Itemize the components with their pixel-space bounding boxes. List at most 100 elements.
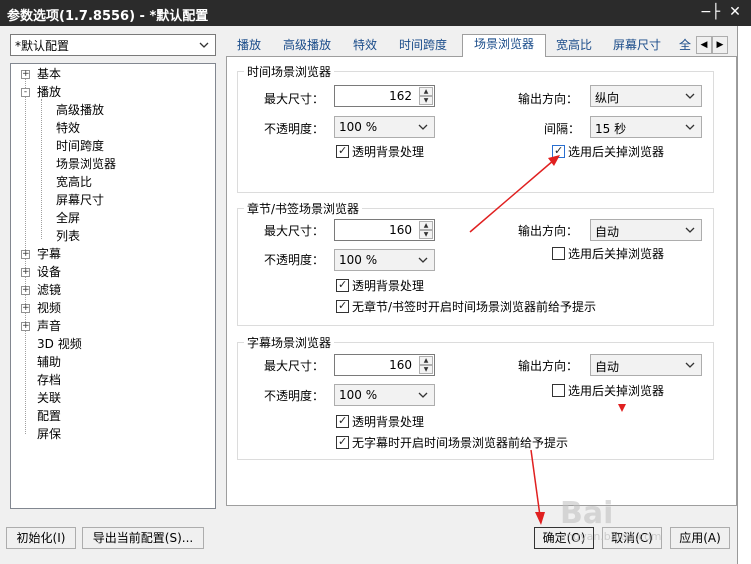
opacity-dropdown[interactable]: 100 %	[334, 249, 435, 271]
spin-up-icon[interactable]: ▲	[419, 87, 433, 96]
collapse-icon[interactable]: -	[21, 88, 30, 97]
max-size-value: 160	[389, 223, 412, 237]
tab-scroll-left-icon[interactable]: ◀	[696, 36, 712, 54]
output-direction-dropdown[interactable]: 自动	[590, 354, 702, 376]
tab-strip: 播放 高级播放 特效 时间跨度 场景浏览器 宽高比 屏幕尺寸 全	[226, 34, 736, 57]
spin-down-icon[interactable]: ▼	[419, 365, 433, 374]
expand-icon[interactable]: +	[21, 304, 30, 313]
tree-item-association[interactable]: 关联	[37, 389, 61, 407]
expand-icon[interactable]: +	[21, 268, 30, 277]
tree-item-label: 声音	[37, 319, 62, 333]
opacity-label: 不透明度：	[264, 122, 325, 136]
background-window-strip	[737, 26, 751, 564]
tree-item-label: 辅助	[37, 355, 62, 369]
tab-label: 播放	[236, 38, 261, 52]
tree-item-label: 时间跨度	[56, 139, 105, 153]
close-after-select-checkbox[interactable]: 选用后关掉浏览器	[552, 144, 664, 159]
tree-item-fullscreen[interactable]: 全屏	[56, 209, 80, 227]
output-direction-dropdown[interactable]: 自动	[590, 219, 702, 241]
tree-item-config[interactable]: 配置	[37, 407, 61, 425]
tree-item-scene-browser[interactable]: 场景浏览器	[56, 155, 116, 173]
opacity-value: 100 %	[339, 253, 378, 267]
tree-item-label: 配置	[37, 409, 62, 423]
group-title: 章节/书签场景浏览器	[244, 200, 363, 217]
tree-item-label: 滤镜	[37, 283, 62, 297]
preferences-window: 参数选项(1.7.8556) - *默认配置 −├ ✕ *默认配置 + 基本 -…	[0, 0, 751, 564]
spin-up-icon[interactable]: ▲	[419, 221, 433, 230]
opacity-label: 不透明度：	[264, 389, 325, 403]
tree-item-aspect-ratio[interactable]: 宽高比	[56, 173, 92, 191]
output-direction-label: 输出方向：	[518, 359, 579, 373]
title-bar[interactable]: 参数选项(1.7.8556) - *默认配置 −├ ✕	[0, 0, 751, 26]
tree-item-screensaver[interactable]: 屏保	[37, 425, 61, 443]
tab-aspect-ratio[interactable]: 宽高比	[550, 36, 598, 56]
max-size-spinner[interactable]: 160 ▲ ▼	[334, 354, 435, 376]
settings-tree[interactable]: + 基本 - 播放 高级播放 特效 时间跨度 场景浏览器 宽高比 屏幕尺寸 全屏…	[10, 63, 216, 509]
tree-item-timespan[interactable]: 时间跨度	[56, 137, 104, 155]
checkbox-label: 透明背景处理	[352, 145, 425, 159]
tree-item-label: 屏幕尺寸	[56, 193, 105, 207]
checkbox-checked-icon	[336, 299, 349, 313]
output-direction-label: 输出方向：	[518, 224, 579, 238]
tree-item-screen-size[interactable]: 屏幕尺寸	[56, 191, 104, 209]
output-direction-value: 自动	[595, 225, 620, 239]
pin-icon[interactable]: −├	[700, 3, 720, 21]
apply-button[interactable]: 应用(A)	[670, 527, 730, 549]
tab-effects[interactable]: 特效	[346, 36, 384, 56]
tree-item-playlist[interactable]: 列表	[56, 227, 80, 245]
profile-dropdown-value: *默认配置	[15, 39, 70, 53]
tab-label: 时间跨度	[398, 38, 447, 52]
close-after-select-checkbox[interactable]: 选用后关掉浏览器	[552, 247, 664, 261]
tree-item-label: 全屏	[56, 211, 81, 225]
tree-item-accessibility[interactable]: 辅助	[37, 353, 61, 371]
transparent-bg-checkbox[interactable]: 透明背景处理	[336, 414, 424, 429]
chevron-down-icon	[685, 93, 695, 99]
opacity-dropdown[interactable]: 100 %	[334, 384, 435, 406]
expand-icon[interactable]: +	[21, 250, 30, 259]
expand-icon[interactable]: +	[21, 322, 30, 331]
export-config-button[interactable]: 导出当前配置(S)...	[82, 527, 204, 549]
tree-item-archive[interactable]: 存档	[37, 371, 61, 389]
opacity-dropdown[interactable]: 100 %	[334, 116, 435, 138]
close-after-select-checkbox[interactable]: 选用后关掉浏览器	[552, 384, 664, 398]
interval-dropdown[interactable]: 15 秒	[590, 116, 702, 138]
transparent-bg-checkbox[interactable]: 透明背景处理	[336, 144, 425, 159]
tab-scene-browser[interactable]: 场景浏览器	[462, 34, 546, 57]
tree-item-3d-video[interactable]: 3D 视频	[37, 335, 82, 353]
profile-dropdown[interactable]: *默认配置	[10, 34, 216, 56]
expand-icon[interactable]: +	[21, 70, 30, 79]
tree-item-label: 字幕	[37, 247, 62, 261]
tab-playback[interactable]: 播放	[230, 36, 268, 56]
checkbox-unchecked-icon	[552, 384, 565, 397]
chevron-down-icon	[685, 227, 695, 233]
tab-fullscreen[interactable]: 全	[676, 36, 694, 56]
init-button[interactable]: 初始化(I)	[6, 527, 76, 549]
tab-timespan[interactable]: 时间跨度	[392, 36, 454, 56]
tree-item-label: 3D 视频	[37, 337, 82, 351]
tab-screen-size[interactable]: 屏幕尺寸	[606, 36, 668, 56]
spin-up-icon[interactable]: ▲	[419, 356, 433, 365]
button-label: 初始化(I)	[16, 531, 66, 545]
prompt-hint-checkbox[interactable]: 无章节/书签时开启时间场景浏览器前给予提示	[336, 299, 596, 314]
max-size-spinner[interactable]: 160 ▲ ▼	[334, 219, 435, 241]
tab-scroll-right-icon[interactable]: ▶	[712, 36, 728, 54]
window-title: 参数选项(1.7.8556) - *默认配置	[7, 9, 209, 24]
opacity-value: 100 %	[339, 388, 378, 402]
tab-advanced-playback[interactable]: 高级播放	[276, 36, 338, 56]
tree-item-advanced-playback[interactable]: 高级播放	[56, 101, 104, 119]
tree-item-label: 高级播放	[56, 103, 105, 117]
max-size-label: 最大尺寸：	[264, 224, 325, 238]
expand-icon[interactable]: +	[21, 286, 30, 295]
max-size-spinner[interactable]: 162 ▲ ▼	[334, 85, 435, 107]
spin-down-icon[interactable]: ▼	[419, 96, 433, 105]
spin-down-icon[interactable]: ▼	[419, 230, 433, 239]
button-label: 导出当前配置(S)...	[92, 531, 194, 545]
output-direction-value: 自动	[595, 360, 620, 374]
output-direction-value: 纵向	[595, 91, 620, 105]
prompt-hint-checkbox[interactable]: 无字幕时开启时间场景浏览器前给予提示	[336, 435, 568, 450]
tree-item-effects[interactable]: 特效	[56, 119, 80, 137]
close-icon[interactable]: ✕	[726, 3, 744, 21]
tree-item-label: 场景浏览器	[56, 157, 117, 171]
transparent-bg-checkbox[interactable]: 透明背景处理	[336, 278, 424, 293]
output-direction-dropdown[interactable]: 纵向	[590, 85, 702, 107]
